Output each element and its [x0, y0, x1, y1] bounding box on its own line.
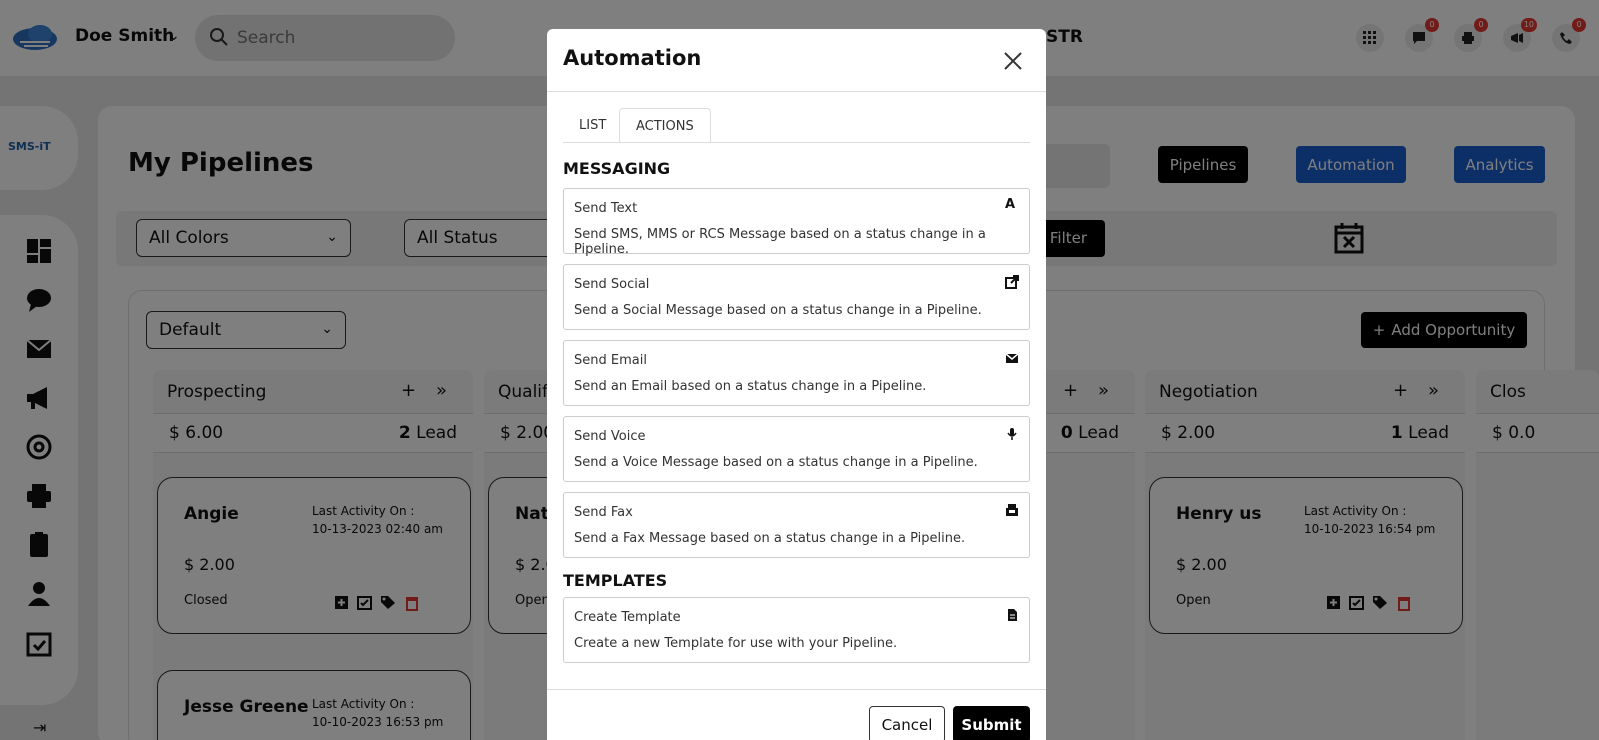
action-description: Create a new Template for use with your …	[574, 636, 898, 651]
modal-title: Automation	[563, 46, 702, 70]
action-title: Send Voice	[574, 429, 646, 444]
automation-modal: Automation LIST ACTIONS MESSAGING Send T…	[547, 29, 1046, 740]
action-title: Send Fax	[574, 505, 633, 520]
action-title: Send Text	[574, 201, 638, 216]
action-description: Send a Voice Message based on a status c…	[574, 455, 978, 470]
action-title: Send Email	[574, 353, 647, 368]
submit-button[interactable]: Submit	[953, 706, 1030, 740]
tab-list[interactable]: LIST	[563, 108, 622, 143]
templates-heading: TEMPLATES	[563, 571, 668, 590]
action-description: Send a Social Message based on a status …	[574, 303, 982, 318]
action-description: Send SMS, MMS or RCS Message based on a …	[574, 227, 986, 257]
font-icon: A	[1005, 197, 1016, 212]
share-icon	[1005, 275, 1019, 289]
messaging-heading: MESSAGING	[563, 159, 671, 178]
send-email-action[interactable]: Send Email Send an Email based on a stat…	[563, 340, 1030, 406]
envelope-icon	[1005, 353, 1019, 363]
action-description: Send a Fax Message based on a status cha…	[574, 531, 966, 546]
modal-header-divider	[547, 91, 1046, 92]
modal-footer-divider	[547, 689, 1046, 690]
close-icon[interactable]	[1001, 49, 1025, 73]
tab-divider	[563, 142, 1030, 143]
microphone-icon	[1007, 428, 1017, 440]
action-title: Send Social	[574, 277, 650, 292]
send-social-action[interactable]: Send Social Send a Social Message based …	[563, 264, 1030, 330]
cancel-button[interactable]: Cancel	[869, 706, 945, 740]
tab-actions[interactable]: ACTIONS	[619, 108, 711, 143]
create-template-action[interactable]: Create Template Create a new Template fo…	[563, 597, 1030, 663]
action-title: Create Template	[574, 610, 681, 625]
send-fax-action[interactable]: Send Fax Send a Fax Message based on a s…	[563, 492, 1030, 558]
send-voice-action[interactable]: Send Voice Send a Voice Message based on…	[563, 416, 1030, 482]
file-icon	[1008, 609, 1017, 621]
action-description: Send an Email based on a status change i…	[574, 379, 927, 394]
fax-icon	[1006, 504, 1018, 516]
send-text-action[interactable]: Send Text Send SMS, MMS or RCS Message b…	[563, 188, 1030, 257]
